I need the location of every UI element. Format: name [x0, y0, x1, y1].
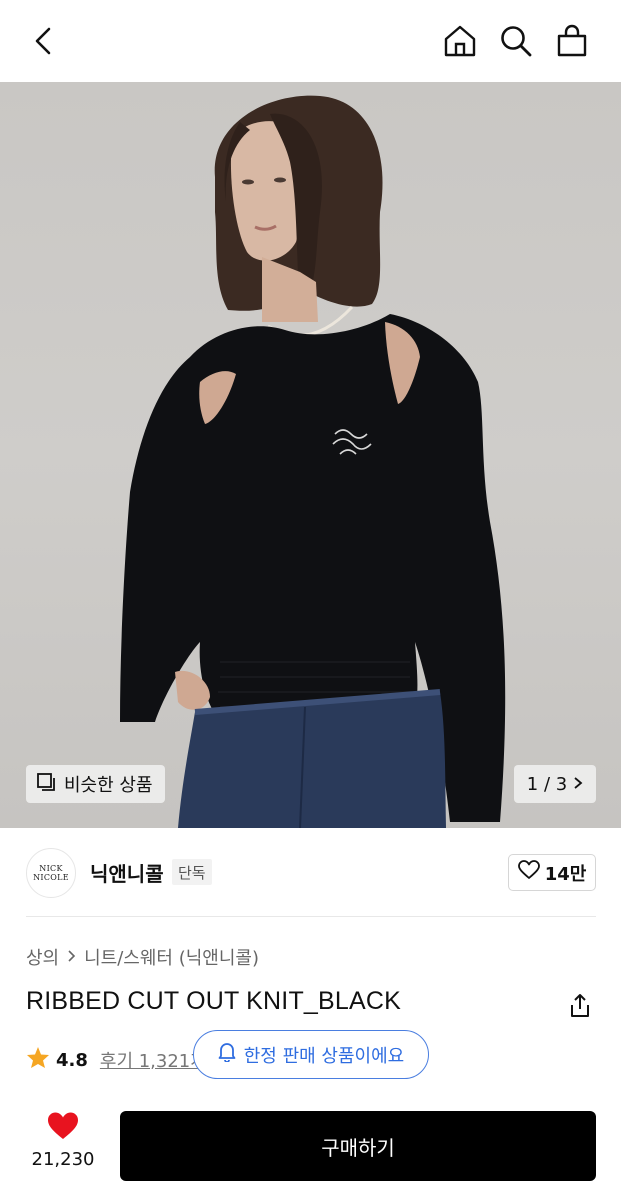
similar-products-label: 비슷한 상품 [64, 775, 153, 796]
share-icon[interactable] [564, 990, 596, 1022]
brand-row: NICK NICOLE 닉앤니콜 단독 14만 [0, 828, 621, 916]
breadcrumb-category[interactable]: 상의 [26, 944, 59, 970]
brand-name[interactable]: 닉앤니콜 [90, 858, 164, 887]
breadcrumb: 상의 니트/스웨터 (닉앤니콜) [26, 944, 259, 970]
brand-like-count: 14만 [544, 863, 587, 885]
heart-filled-icon [46, 1111, 80, 1145]
bottom-purchase-bar: 21,230 구매하기 [0, 1095, 621, 1200]
exclusive-badge: 단독 [172, 859, 212, 885]
buy-button[interactable]: 구매하기 [120, 1111, 596, 1181]
breadcrumb-subcategory[interactable]: 니트/스웨터 (닉앤니콜) [84, 944, 259, 970]
top-navigation-bar [0, 0, 621, 82]
page-indicator-text: 1 / 3 [526, 773, 568, 795]
brand-logo[interactable]: NICK NICOLE [26, 848, 76, 898]
limited-sale-badge[interactable]: 한정 판매 상품이에요 [193, 1030, 429, 1079]
rating-value: 4.8 [56, 1049, 88, 1071]
divider [26, 916, 596, 917]
brand-logo-line1: NICK [39, 864, 63, 873]
search-icon[interactable] [496, 21, 536, 61]
product-title: RIBBED CUT OUT KNIT_BLACK [26, 987, 401, 1015]
review-count-link[interactable]: 후기 1,321개 [100, 1047, 207, 1073]
product-image[interactable] [0, 82, 621, 828]
chevron-right-icon [67, 947, 76, 968]
chevron-right-icon [573, 774, 583, 795]
wishlist-count: 21,230 [31, 1149, 95, 1170]
limited-sale-label: 한정 판매 상품이에요 [243, 1045, 405, 1067]
similar-items-icon [36, 772, 56, 797]
home-icon[interactable] [440, 21, 480, 61]
shopping-bag-icon[interactable] [552, 21, 592, 61]
similar-products-button[interactable]: 비슷한 상품 [26, 765, 165, 803]
back-icon[interactable] [24, 21, 64, 61]
bell-icon [218, 1042, 236, 1067]
rating-row: 4.8 후기 1,321개 [26, 1046, 207, 1074]
wishlist-button[interactable]: 21,230 [20, 1111, 106, 1181]
brand-logo-line2: NICOLE [33, 873, 69, 882]
heart-outline-icon [517, 860, 540, 885]
brand-like-button[interactable]: 14만 [508, 854, 596, 891]
star-icon [26, 1046, 50, 1074]
image-page-indicator[interactable]: 1 / 3 [514, 765, 596, 803]
